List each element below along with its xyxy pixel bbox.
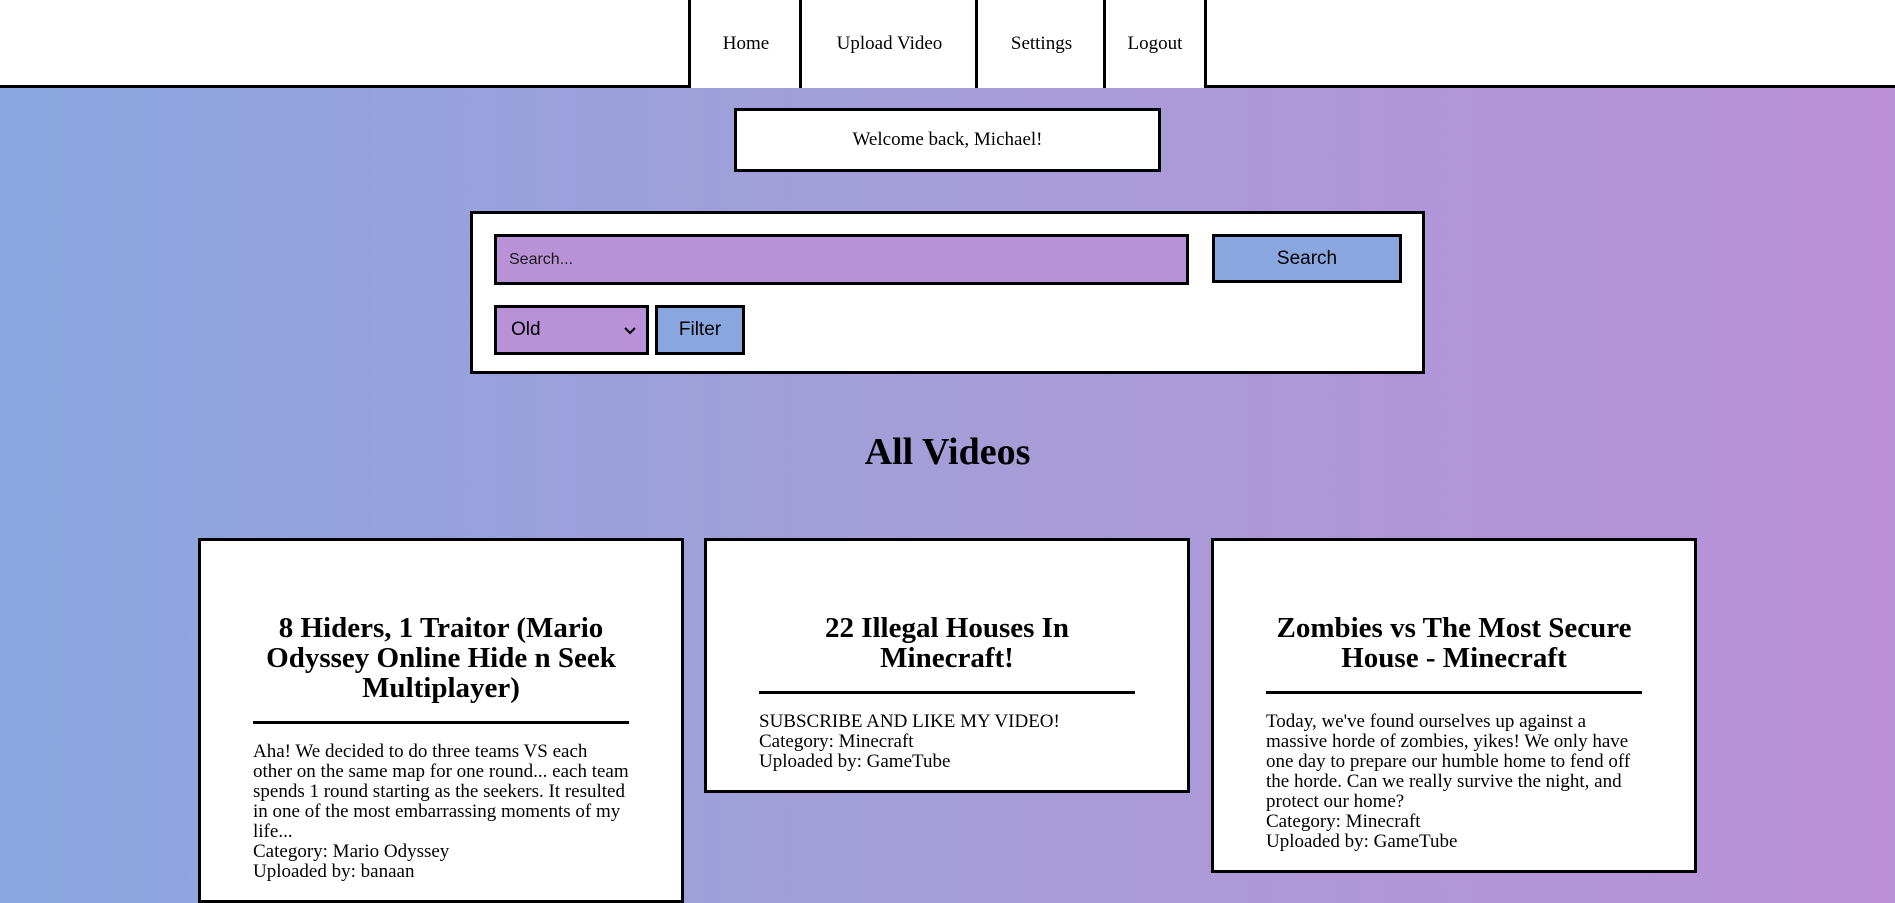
video-card[interactable]: 8 Hiders, 1 Traitor (Mario Odyssey Onlin… bbox=[198, 538, 684, 903]
nav-logout-label: Logout bbox=[1127, 33, 1183, 54]
section-title: All Videos bbox=[864, 431, 1031, 473]
video-card[interactable]: 22 Illegal Houses In Minecraft! SUBSCRIB… bbox=[704, 538, 1190, 793]
video-uploader: Uploaded by: GameTube bbox=[1266, 831, 1458, 852]
nav-logout-link[interactable]: Logout bbox=[1103, 0, 1207, 88]
video-category: Category: Mario Odyssey bbox=[253, 841, 450, 862]
filter-button[interactable]: Filter bbox=[655, 305, 745, 355]
welcome-message: Welcome back, Michael! bbox=[852, 129, 1043, 150]
nav-home-label: Home bbox=[722, 33, 770, 54]
video-description: Aha! We decided to do three teams VS eac… bbox=[253, 741, 629, 842]
video-title[interactable]: Zombies vs The Most Secure House - Minec… bbox=[1266, 613, 1642, 694]
video-title[interactable]: 22 Illegal Houses In Minecraft! bbox=[759, 613, 1135, 694]
video-card[interactable]: Zombies vs The Most Secure House - Minec… bbox=[1211, 538, 1697, 873]
video-uploader: Uploaded by: banaan bbox=[253, 861, 415, 882]
video-category: Category: Minecraft bbox=[1266, 811, 1421, 832]
search-panel: Search Old Filter bbox=[470, 211, 1425, 374]
nav-settings-link[interactable]: Settings bbox=[975, 0, 1105, 88]
nav-upload-video-label: Upload Video bbox=[836, 33, 943, 54]
top-nav-bar: Home Upload Video Settings Logout bbox=[0, 0, 1895, 88]
video-description: SUBSCRIBE AND LIKE MY VIDEO! bbox=[759, 711, 1060, 732]
sort-order-select[interactable]: Old bbox=[494, 305, 649, 355]
video-category: Category: Minecraft bbox=[759, 731, 914, 752]
search-button[interactable]: Search bbox=[1212, 234, 1402, 283]
welcome-banner: Welcome back, Michael! bbox=[734, 108, 1161, 172]
nav-upload-video-link[interactable]: Upload Video bbox=[799, 0, 977, 88]
search-input[interactable] bbox=[494, 234, 1189, 285]
video-uploader: Uploaded by: GameTube bbox=[759, 751, 951, 772]
chevron-down-icon bbox=[624, 327, 636, 335]
video-description: Today, we've found ourselves up against … bbox=[1266, 711, 1631, 812]
sort-order-value: Old bbox=[511, 319, 541, 340]
nav-home-link[interactable]: Home bbox=[688, 0, 801, 88]
video-title[interactable]: 8 Hiders, 1 Traitor (Mario Odyssey Onlin… bbox=[253, 613, 629, 724]
nav-settings-label: Settings bbox=[1010, 33, 1073, 54]
